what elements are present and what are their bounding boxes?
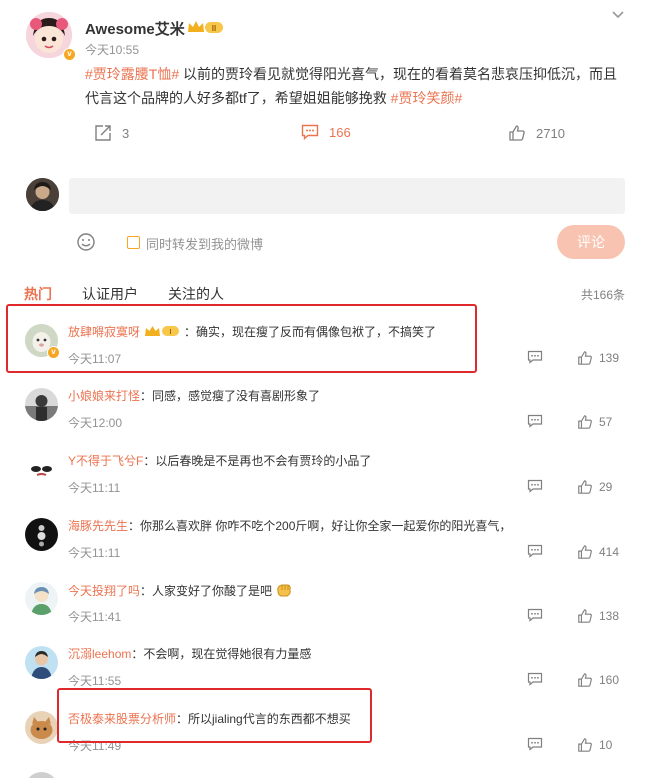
tab-hot[interactable]: 热门 — [24, 284, 52, 304]
commenter-name[interactable]: 今天投翔了吗 — [68, 584, 140, 598]
comment-text-line: Y不得于飞兮F：以后春晚是不是再也不会有贾玲的小品了 — [68, 453, 371, 470]
emoji-icon[interactable] — [76, 232, 96, 252]
comment-text: ：同感，感觉瘦了没有喜剧形象了 — [140, 389, 321, 403]
repost-checkbox-label: 同时转发到我的微博 — [146, 237, 264, 252]
post-content: #贾玲露腰T恤# 以前的贾玲看见就觉得阳光喜气，现在的看着莫名悲哀压抑低沉，而且… — [85, 62, 625, 110]
comment-time: 今天11:55 — [68, 674, 122, 688]
tab-following[interactable]: 关注的人 — [168, 284, 224, 304]
comment-item: Y不得于飞兮F：以后春晚是不是再也不会有贾玲的小品了 今天11:11 29 — [0, 453, 647, 517]
comment-like-button[interactable]: 29 — [577, 479, 612, 495]
comment-like-count: 160 — [599, 673, 620, 687]
my-avatar[interactable] — [26, 178, 59, 211]
commenter-name[interactable]: 沉溺leehom — [68, 647, 131, 661]
comment-like-count: 57 — [599, 415, 613, 429]
comment-count: 166 — [329, 124, 351, 140]
comment-input[interactable] — [69, 178, 625, 214]
weibo-post: v Awesome艾米 II 今天10:55 #贾玲露腰T恤# 以前的贾玲看见就… — [0, 0, 647, 160]
like-count: 2710 — [536, 125, 565, 141]
commenter-avatar[interactable] — [25, 518, 58, 551]
thumbs-up-icon — [578, 609, 592, 623]
comment-like-count: 414 — [599, 545, 620, 559]
comment-like-button[interactable]: 160 — [577, 672, 619, 688]
post-author-name[interactable]: Awesome艾米 — [85, 18, 185, 39]
tab-verified[interactable]: 认证用户 — [82, 284, 138, 304]
thumbs-up-icon — [578, 545, 592, 559]
topic-link[interactable]: #贾玲露腰T恤# — [85, 66, 179, 82]
submit-comment-button[interactable]: 评论 — [557, 225, 625, 259]
commenter-avatar[interactable] — [25, 646, 58, 679]
commenter-avatar[interactable] — [25, 711, 58, 744]
thumbs-up-icon — [509, 125, 525, 141]
highlight-box — [6, 304, 477, 373]
repost-button[interactable]: 3 — [94, 124, 129, 142]
reply-icon[interactable] — [527, 544, 543, 558]
repost-checkbox[interactable] — [127, 236, 140, 249]
comment-time: 今天11:11 — [68, 481, 121, 495]
comment-text: ：不会啊，现在觉得她很有力量感 — [131, 647, 312, 661]
comment-total: 共166条 — [580, 288, 625, 302]
comment-time: 今天11:41 — [68, 610, 122, 624]
reply-icon[interactable] — [527, 608, 543, 622]
commenter-avatar[interactable] — [25, 453, 58, 486]
comment-text: ：你那么喜欢胖 你咋不吃个200斤啊，好让你全家一起爱你的阳光喜气， — [128, 519, 512, 533]
comment-like-count: 139 — [599, 351, 620, 365]
like-button[interactable]: 2710 — [508, 124, 565, 142]
thumbs-up-icon — [578, 738, 592, 752]
share-icon — [95, 125, 111, 141]
commenter-avatar[interactable] — [25, 388, 58, 421]
chevron-down-icon[interactable] — [611, 8, 625, 22]
thumbs-up-icon — [578, 351, 592, 365]
comment-text: ：人家变好了你酸了是吧 — [140, 584, 273, 598]
comment-like-button[interactable]: 57 — [577, 414, 612, 430]
vip-crown-icon[interactable]: II — [186, 19, 224, 35]
thumbs-up-icon — [578, 673, 592, 687]
comment-icon — [301, 124, 319, 140]
comment-time: 今天12:00 — [68, 416, 123, 430]
topic-link[interactable]: #贾玲笑颜# — [391, 90, 463, 106]
comment-text: ：以后春晚是不是再也不会有贾玲的小品了 — [143, 454, 372, 468]
comment-time: 今天11:11 — [68, 546, 121, 560]
reply-icon[interactable] — [527, 350, 543, 364]
comment-like-count: 138 — [599, 609, 620, 623]
comment-button[interactable]: 166 — [301, 124, 351, 140]
repost-count: 3 — [122, 125, 130, 141]
vip-level-label: II — [212, 24, 216, 33]
comment-text-line: 今天投翔了吗：人家变好了你酸了是吧 — [68, 582, 293, 600]
comment-like-button[interactable]: 139 — [577, 350, 619, 366]
reply-icon[interactable] — [527, 414, 543, 428]
comment-text-line: 海豚先先生：你那么喜欢胖 你咋不吃个200斤啊，好让你全家一起爱你的阳光喜气， — [68, 518, 511, 535]
reply-icon[interactable] — [527, 737, 543, 751]
comment-like-button[interactable]: 414 — [577, 544, 619, 560]
commenter-name[interactable]: 海豚先先生 — [68, 519, 128, 533]
comment-text-line: 沉溺leehom：不会啊，现在觉得她很有力量感 — [68, 646, 311, 663]
commenter-avatar[interactable] — [25, 582, 58, 615]
comment-text-line: 小娘娘来打怪：同感，感觉瘦了没有喜剧形象了 — [68, 388, 320, 405]
comment-composer: 同时转发到我的微博 评论 — [0, 170, 647, 270]
thumbs-up-icon — [578, 480, 592, 494]
reply-icon[interactable] — [527, 479, 543, 493]
verified-badge-icon: v — [63, 48, 76, 61]
comment-like-count: 29 — [599, 480, 613, 494]
highlight-box — [57, 688, 372, 743]
reply-icon[interactable] — [527, 672, 543, 686]
comment-item: 小娘娘来打怪：同感，感觉瘦了没有喜剧形象了 今天12:00 57 — [0, 388, 647, 452]
commenter-name[interactable]: 小娘娘来打怪 — [68, 389, 140, 403]
comment-like-count: 10 — [599, 738, 613, 752]
comment-like-button[interactable]: 10 — [577, 737, 612, 753]
comment-item: 海豚先先生：你那么喜欢胖 你咋不吃个200斤啊，好让你全家一起爱你的阳光喜气， … — [0, 518, 647, 582]
comment-item: 今天投翔了吗：人家变好了你酸了是吧 今天11:41 138 — [0, 582, 647, 646]
comment-like-button[interactable]: 138 — [577, 608, 619, 624]
fist-emoji-icon — [277, 584, 291, 597]
post-time: 今天10:55 — [85, 43, 140, 57]
thumbs-up-icon — [578, 415, 592, 429]
commenter-name[interactable]: Y不得于飞兮F — [68, 454, 143, 468]
